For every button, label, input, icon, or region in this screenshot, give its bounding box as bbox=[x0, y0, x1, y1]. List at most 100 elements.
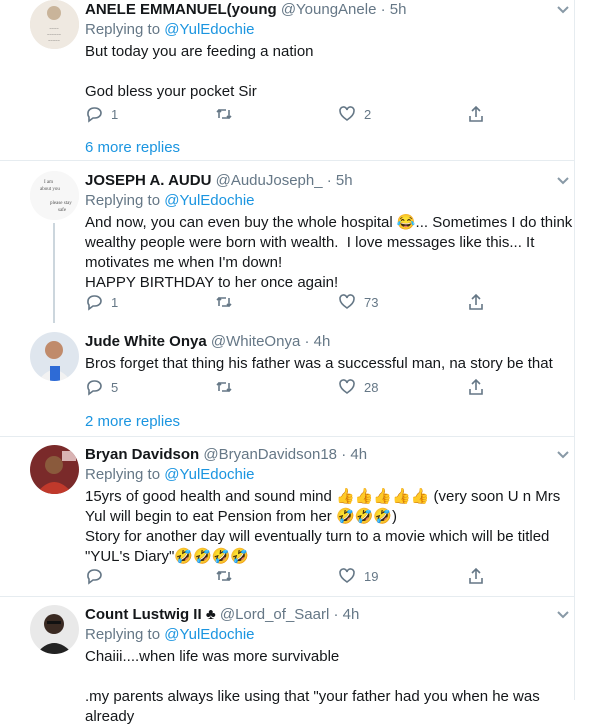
tweet-text: 15yrs of good health and sound mind 👍👍👍👍… bbox=[85, 488, 561, 565]
replying-to-link[interactable]: @YulEdochie bbox=[164, 626, 254, 643]
tweet-actions: 1 73 bbox=[85, 293, 515, 313]
chevron-down-icon[interactable] bbox=[556, 173, 574, 191]
tweet-text: Bros forget that thing his father was a … bbox=[85, 355, 553, 372]
like-button[interactable]: 28 bbox=[338, 378, 378, 396]
reply-count: 1 bbox=[111, 106, 119, 122]
like-button[interactable]: 73 bbox=[338, 293, 378, 311]
tweet-actions: 19 bbox=[85, 567, 515, 587]
heart-icon bbox=[339, 294, 355, 309]
chevron-down-icon[interactable] bbox=[556, 2, 574, 20]
share-icon bbox=[469, 293, 483, 310]
author-handle[interactable]: @YoungAnele bbox=[281, 1, 377, 18]
retweet-button[interactable] bbox=[215, 378, 233, 396]
retweet-button[interactable] bbox=[215, 567, 233, 585]
retweet-icon bbox=[216, 381, 232, 393]
author-handle[interactable]: @Lord_of_Saarl bbox=[220, 606, 329, 623]
reply-icon bbox=[87, 295, 102, 311]
replying-to-label: Replying to bbox=[85, 21, 161, 38]
reply-thread: ~~~~ ~~~~~~ ~~~~~ ANELE EMMANUEL(young @… bbox=[0, 0, 600, 725]
reply-count: 1 bbox=[111, 294, 119, 310]
replying-to-label: Replying to bbox=[85, 466, 161, 483]
divider bbox=[0, 596, 574, 597]
thread-connector bbox=[53, 223, 55, 323]
replying-to: Replying to @YulEdochie bbox=[85, 465, 574, 485]
chevron-down-icon[interactable] bbox=[556, 447, 574, 465]
heart-icon bbox=[339, 568, 355, 583]
retweet-button[interactable] bbox=[215, 105, 233, 123]
author-handle[interactable]: @WhiteOnya bbox=[211, 333, 300, 350]
timestamp[interactable]: · 5h bbox=[381, 1, 407, 18]
reply-count: 5 bbox=[111, 379, 119, 395]
like-count: 28 bbox=[364, 379, 379, 395]
heart-icon bbox=[339, 106, 355, 121]
author-name[interactable]: JOSEPH A. AUDU bbox=[85, 172, 211, 189]
avatar[interactable] bbox=[30, 332, 79, 381]
reply-icon bbox=[87, 569, 102, 585]
share-icon bbox=[469, 378, 483, 395]
replying-to: Replying to @YulEdochie bbox=[85, 625, 574, 645]
replying-to-link[interactable]: @YulEdochie bbox=[164, 466, 254, 483]
share-icon bbox=[469, 105, 483, 122]
avatar[interactable]: ~~~~ ~~~~~~ ~~~~~ bbox=[30, 0, 79, 49]
tweet-actions: 1 2 bbox=[85, 105, 515, 125]
svg-text:I am: I am bbox=[44, 180, 53, 185]
replying-to-link[interactable]: @YulEdochie bbox=[164, 21, 254, 38]
retweet-icon bbox=[216, 296, 232, 308]
share-button[interactable] bbox=[467, 378, 485, 396]
timestamp[interactable]: · 4h bbox=[341, 446, 367, 463]
share-icon bbox=[469, 567, 483, 584]
retweet-button[interactable] bbox=[215, 293, 233, 311]
tweet-text: But today you are feeding a nation God b… bbox=[85, 43, 314, 100]
reply-icon bbox=[87, 107, 102, 123]
share-button[interactable] bbox=[467, 293, 485, 311]
like-count: 2 bbox=[364, 106, 372, 122]
like-button[interactable]: 19 bbox=[338, 567, 378, 585]
svg-text:~~~~~: ~~~~~ bbox=[48, 38, 60, 43]
avatar[interactable]: I am about you please stay safe bbox=[30, 171, 79, 220]
share-button[interactable] bbox=[467, 105, 485, 123]
author-name[interactable]: Count Lustwig II ♣ bbox=[85, 606, 216, 623]
reply-button[interactable]: 1 bbox=[85, 105, 118, 123]
reply-button[interactable]: 5 bbox=[85, 378, 118, 396]
author-name[interactable]: ANELE EMMANUEL(young bbox=[85, 1, 277, 18]
tweet-bryan[interactable]: Bryan Davidson @BryanDavidson18 · 4h Rep… bbox=[0, 445, 574, 595]
replying-to-label: Replying to bbox=[85, 192, 161, 209]
author-name[interactable]: Jude White Onya bbox=[85, 333, 207, 350]
replying-to-link[interactable]: @YulEdochie bbox=[164, 192, 254, 209]
tweet-joseph[interactable]: I am about you please stay safe JOSEPH A… bbox=[0, 171, 574, 323]
more-replies-link[interactable]: 2 more replies bbox=[85, 412, 180, 432]
more-replies-link[interactable]: 6 more replies bbox=[85, 138, 180, 158]
reply-button[interactable]: 1 bbox=[85, 293, 118, 311]
tweet-count-lustwig[interactable]: Count Lustwig II ♣ @Lord_of_Saarl · 4h R… bbox=[0, 605, 574, 725]
heart-icon bbox=[339, 379, 355, 394]
retweet-icon bbox=[216, 570, 232, 582]
reply-button[interactable] bbox=[85, 567, 111, 585]
replying-to: Replying to @YulEdochie bbox=[85, 20, 574, 40]
svg-text:please stay: please stay bbox=[50, 201, 72, 206]
divider bbox=[0, 160, 574, 161]
tweet-jude[interactable]: Jude White Onya @WhiteOnya · 4h Bros for… bbox=[0, 332, 574, 432]
share-button[interactable] bbox=[467, 567, 485, 585]
timestamp[interactable]: · 4h bbox=[304, 333, 330, 350]
timestamp[interactable]: · 5h bbox=[327, 172, 353, 189]
timeline-border bbox=[574, 0, 575, 700]
avatar[interactable] bbox=[30, 445, 79, 494]
tweet-text: And now, you can even buy the whole hosp… bbox=[85, 214, 573, 291]
tweet-anele[interactable]: ~~~~ ~~~~~~ ~~~~~ ANELE EMMANUEL(young @… bbox=[0, 0, 574, 156]
like-count: 73 bbox=[364, 294, 379, 310]
author-name[interactable]: Bryan Davidson bbox=[85, 446, 199, 463]
tweet-text: Chaiii....when life was more survivable … bbox=[85, 648, 540, 725]
chevron-down-icon[interactable] bbox=[556, 607, 574, 625]
avatar[interactable] bbox=[30, 605, 79, 654]
svg-text:~~~~~~: ~~~~~~ bbox=[47, 32, 62, 37]
reply-icon bbox=[87, 380, 102, 396]
retweet-icon bbox=[216, 108, 232, 120]
author-handle[interactable]: @BryanDavidson18 bbox=[203, 446, 337, 463]
svg-text:safe: safe bbox=[58, 208, 67, 213]
replying-to: Replying to @YulEdochie bbox=[85, 191, 574, 211]
replying-to-label: Replying to bbox=[85, 626, 161, 643]
author-handle[interactable]: @AuduJoseph_ bbox=[216, 172, 323, 189]
timestamp[interactable]: · 4h bbox=[333, 606, 359, 623]
svg-text:about you: about you bbox=[40, 187, 60, 192]
like-button[interactable]: 2 bbox=[338, 105, 371, 123]
